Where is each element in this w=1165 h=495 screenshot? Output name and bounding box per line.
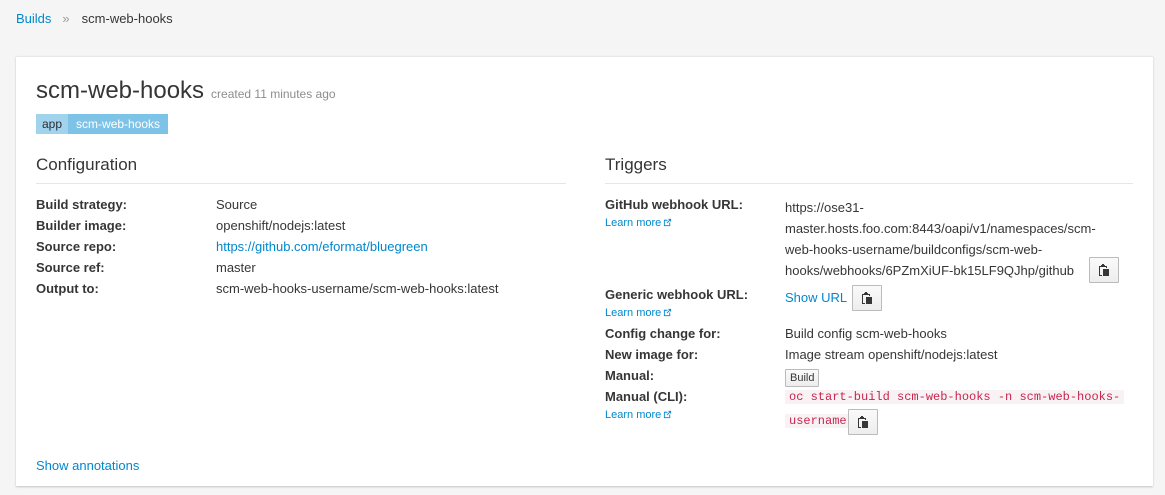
clipboard-icon	[1099, 263, 1109, 276]
copy-cli-command-button[interactable]	[848, 409, 878, 435]
cli-command-line-1: oc start-build scm-web-hooks -n scm-web-…	[785, 390, 1125, 404]
copy-generic-url-button[interactable]	[852, 285, 882, 311]
output-to-value: scm-web-hooks-username/scm-web-hooks:lat…	[216, 281, 499, 296]
new-image-label: New image for:	[605, 347, 699, 362]
breadcrumb-separator: »	[62, 10, 70, 26]
generic-learn-more-text: Learn more	[605, 307, 662, 319]
external-link-icon	[664, 308, 672, 317]
github-url-line: master.hosts.foo.com:8443/oapi/v1/namesp…	[785, 221, 1096, 236]
source-ref-value: master	[216, 260, 256, 275]
generic-webhook-label: Generic webhook URL:	[605, 287, 749, 302]
clipboard-icon	[858, 415, 868, 428]
config-change-label: Config change for:	[605, 326, 721, 341]
external-link-icon	[664, 410, 672, 419]
github-webhook-url: https://ose31- master.hosts.foo.com:8443…	[785, 197, 1096, 281]
cli-command-line-2: username	[785, 414, 851, 428]
page-header: scm-web-hooks created 11 minutes ago	[36, 77, 336, 105]
build-button[interactable]: Build	[785, 369, 820, 387]
page-title: scm-web-hooks	[36, 77, 205, 104]
build-config-card: scm-web-hooks created 11 minutes ago app…	[16, 56, 1153, 486]
build-strategy-label: Build strategy:	[36, 197, 128, 212]
source-ref-label: Source ref:	[36, 260, 105, 275]
new-image-value: Image stream openshift/nodejs:latest	[785, 347, 998, 362]
external-link-icon	[664, 218, 672, 227]
builder-image-label: Builder image:	[36, 218, 127, 233]
show-annotations-link[interactable]: Show annotations	[36, 458, 139, 473]
label-tags: app scm-web-hooks	[36, 114, 169, 134]
manual-cli-label: Manual (CLI):	[605, 389, 688, 404]
clipboard-icon	[862, 291, 872, 304]
triggers-heading: Triggers	[605, 155, 1133, 184]
github-url-line: https://ose31-	[785, 200, 864, 215]
cli-learn-more-link[interactable]: Learn more	[605, 409, 672, 421]
breadcrumb-current: scm-web-hooks	[81, 10, 173, 26]
build-strategy-value: Source	[216, 197, 258, 212]
builder-image-value: openshift/nodejs:latest	[216, 218, 346, 233]
config-change-value: Build config scm-web-hooks	[785, 326, 947, 341]
github-learn-more-text: Learn more	[605, 217, 662, 229]
output-to-label: Output to:	[36, 281, 99, 296]
github-url-line: hooks/webhooks/6PZmXiUF-bk15LF9QJhp/gith…	[785, 263, 1075, 278]
github-webhook-label: GitHub webhook URL:	[605, 197, 743, 212]
github-url-line: web-hooks-username/buildconfigs/scm-web-	[785, 242, 1043, 257]
source-repo-label: Source repo:	[36, 239, 117, 254]
show-url-link[interactable]: Show URL	[785, 290, 847, 305]
generic-learn-more-link[interactable]: Learn more	[605, 307, 672, 319]
breadcrumb: Builds » scm-web-hooks	[16, 9, 173, 27]
cli-learn-more-text: Learn more	[605, 409, 662, 421]
label-value[interactable]: scm-web-hooks	[68, 114, 169, 134]
configuration-heading: Configuration	[36, 155, 566, 184]
breadcrumb-builds-link[interactable]: Builds	[16, 11, 51, 26]
label-key[interactable]: app	[36, 114, 69, 134]
source-repo-link[interactable]: https://github.com/eformat/bluegreen	[216, 239, 428, 254]
created-time: created 11 minutes ago	[211, 87, 336, 101]
manual-label: Manual:	[605, 368, 655, 383]
copy-github-url-button[interactable]	[1089, 257, 1119, 283]
github-learn-more-link[interactable]: Learn more	[605, 217, 672, 229]
